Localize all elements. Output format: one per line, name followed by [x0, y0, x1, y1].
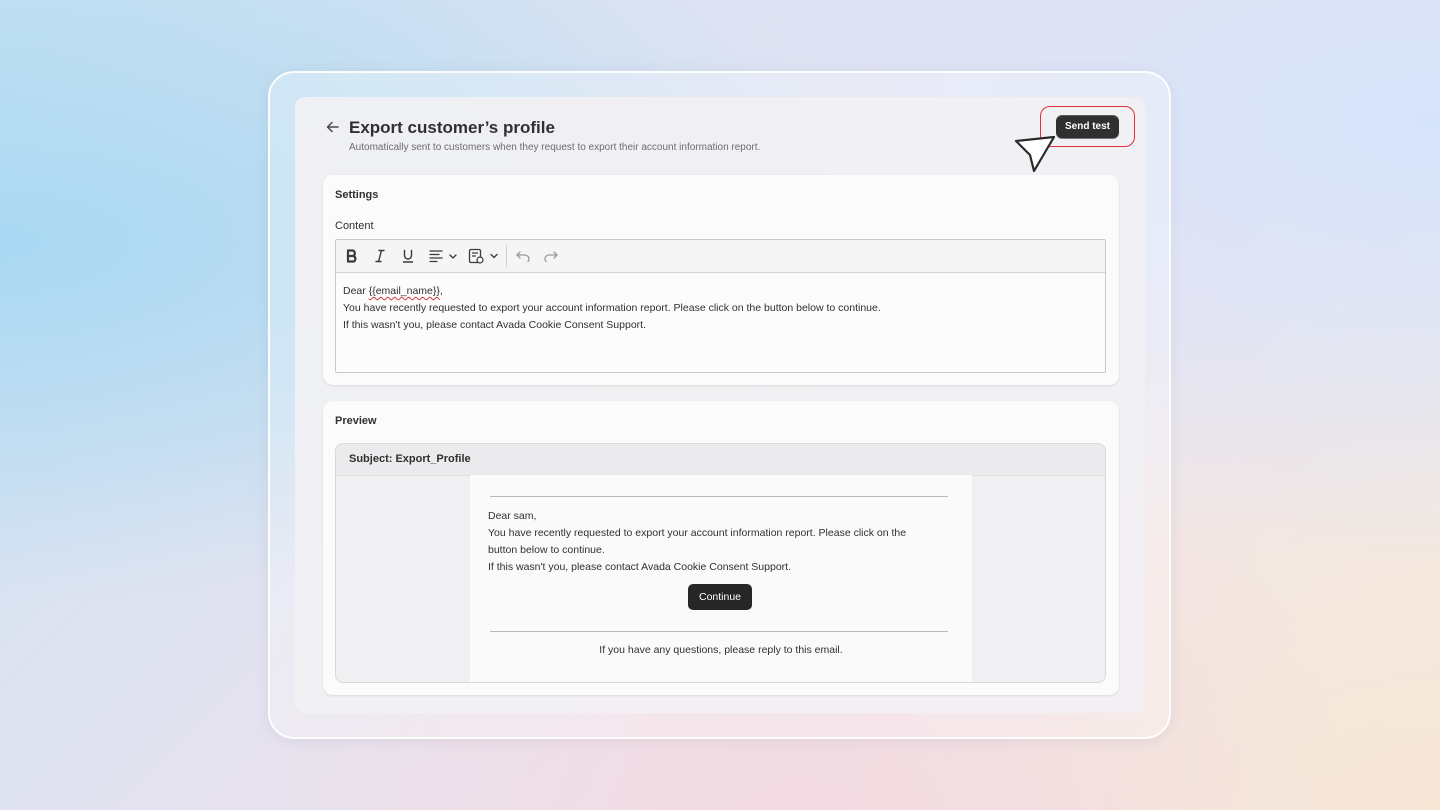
content-label: Content: [335, 220, 374, 232]
email-subject: Subject: Export_Profile: [349, 453, 471, 465]
align-icon[interactable]: [428, 246, 460, 266]
page-subtitle: Automatically sent to customers when the…: [349, 142, 761, 153]
email-footer: If you have any questions, please reply …: [599, 644, 843, 656]
email-line: button below to continue.: [488, 544, 605, 556]
italic-icon[interactable]: [372, 246, 388, 266]
toolbar-divider: [506, 245, 507, 267]
cursor-arrow-icon: [1014, 135, 1056, 173]
preview-card: Preview Subject: Export_Profile Dear sam…: [323, 401, 1119, 695]
email-divider: [490, 496, 948, 497]
editor-toolbar: [336, 240, 1105, 273]
editor-line: If this wasn't you, please contact Avada…: [343, 319, 646, 331]
content-editor[interactable]: Dear {{email_name}}, You have recently r…: [335, 239, 1106, 373]
page-title: Export customer’s profile: [349, 118, 555, 137]
email-body: Dear sam, You have recently requested to…: [470, 475, 972, 682]
editor-line: Dear {{email_name}},: [343, 283, 881, 300]
undo-icon[interactable]: [514, 246, 532, 266]
email-text: Dear sam, You have recently requested to…: [488, 508, 938, 576]
editor-text[interactable]: Dear {{email_name}}, You have recently r…: [343, 283, 881, 334]
email-line: If this wasn't you, please contact Avada…: [488, 561, 791, 573]
page-header: Export customer’s profile Automatically …: [326, 115, 1126, 159]
bold-icon[interactable]: [344, 246, 360, 266]
greeting-suffix: ,: [439, 285, 443, 297]
greeting-prefix: Dear: [343, 285, 369, 297]
email-preview: Subject: Export_Profile Dear sam, You ha…: [335, 443, 1106, 683]
subject-bar: Subject: Export_Profile: [336, 444, 1105, 476]
send-test-button[interactable]: Send test: [1056, 115, 1119, 138]
settings-card: Settings Content Dear {{email_name}}, Yo…: [323, 175, 1119, 385]
underline-icon[interactable]: [400, 246, 416, 266]
email-name-variable: {{email_name}}: [368, 285, 440, 297]
email-line: You have recently requested to export yo…: [488, 527, 907, 539]
back-arrow-icon[interactable]: [326, 117, 342, 137]
redo-icon[interactable]: [542, 246, 560, 266]
preview-title: Preview: [335, 415, 377, 427]
continue-button[interactable]: Continue: [688, 584, 752, 610]
email-divider: [490, 631, 948, 632]
subject-fade: [468, 444, 668, 475]
insert-variable-icon[interactable]: [468, 246, 500, 266]
settings-title: Settings: [335, 189, 379, 201]
editor-line: You have recently requested to export yo…: [343, 302, 881, 314]
email-greeting: Dear sam,: [488, 510, 537, 522]
